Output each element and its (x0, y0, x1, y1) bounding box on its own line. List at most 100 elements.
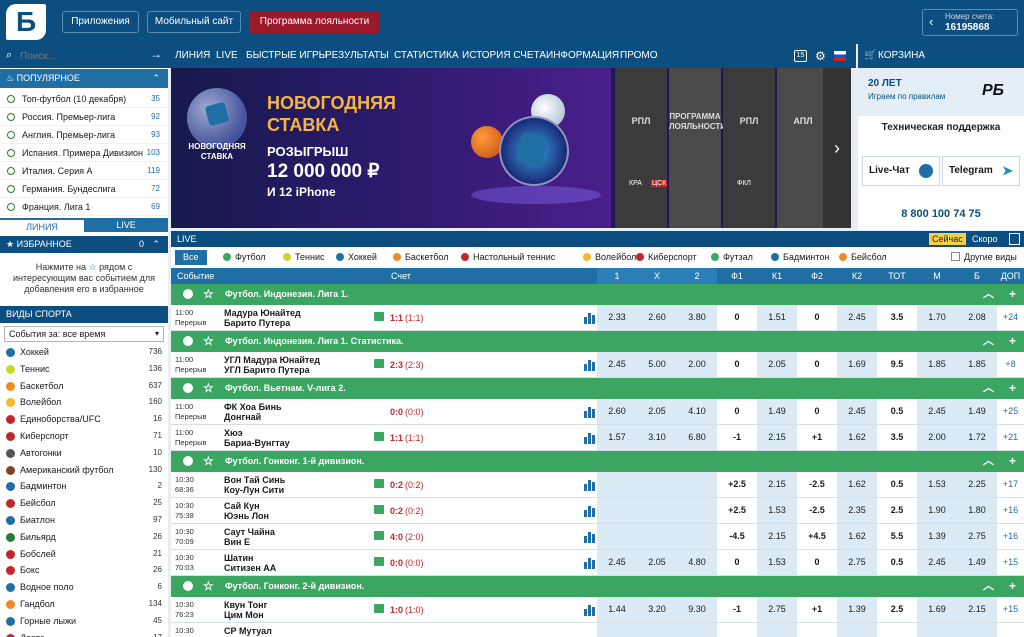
other-sports-toggle[interactable]: Другие виды (951, 247, 1017, 268)
plus-icon[interactable]: + (1009, 576, 1016, 597)
chevron-up-icon[interactable]: ︿ (983, 378, 994, 399)
odds-cell[interactable]: 1.69 (837, 352, 877, 377)
sport-item[interactable]: Биатлон 97 (0, 512, 168, 529)
nav-live[interactable]: LIVE (216, 44, 238, 68)
sport-item[interactable]: Бокс 26 (0, 562, 168, 579)
odds-cell[interactable]: 0.5 (877, 472, 917, 497)
event-teams[interactable]: Сай Кун Юэнь Лон (224, 501, 269, 521)
filter-3[interactable]: Хоккей (336, 247, 377, 268)
odds-cell[interactable]: +16 (997, 524, 1024, 549)
event-row[interactable]: 10:30 76:23 Квун Тонг Цим Мон 1:0 (1:0) 1.44 3.… (171, 597, 1024, 623)
event-teams[interactable]: Мадура Юнайтед Барито Путера (224, 308, 301, 328)
popular-item[interactable]: Франция. Лига 1 69 (0, 198, 168, 216)
event-row[interactable]: 10:30 70:09 Саут Чайна Вин Е 4:0 (2:0) -4.5 2.1… (171, 524, 1024, 550)
search-input[interactable] (20, 48, 140, 64)
sport-item[interactable]: Волейбол 160 (0, 394, 168, 411)
card-loyalty[interactable]: ПРОГРАММА ЛОЯЛЬНОСТИ (669, 68, 726, 228)
popular-item[interactable]: Англия. Премьер-лига 93 (0, 126, 168, 144)
odds-cell[interactable]: 2.25 (957, 472, 997, 497)
event-row[interactable]: 11:00 Перерыв Хюэ Бариа-Вунгтау 1:1 (1:1) 1.57… (171, 425, 1024, 451)
stats-icon[interactable] (584, 557, 596, 569)
odds-cell[interactable]: +24 (997, 305, 1024, 330)
stats-icon[interactable] (584, 406, 596, 418)
odds-cell[interactable]: 2.35 (837, 498, 877, 523)
nav-history[interactable]: ИСТОРИЯ СЧЕТА (462, 44, 546, 68)
plus-icon[interactable]: + (1009, 378, 1016, 399)
star-outline-icon[interactable]: ☆ (203, 451, 214, 472)
tv-icon[interactable] (374, 557, 384, 566)
filter-4[interactable]: Баскетбол (393, 247, 449, 268)
event-teams[interactable]: СР Мутуал (224, 626, 272, 636)
event-row[interactable]: 10:30 СР Мутуал (171, 623, 1024, 637)
stats-icon[interactable] (584, 479, 596, 491)
league-header[interactable]: ☆ Футбол. Гонконг. 1-й дивизион. ︿ + (171, 451, 1024, 472)
league-header[interactable]: ☆ Футбол. Индонезия. Лига 1. Статистика. ︿… (171, 331, 1024, 352)
card-rpl[interactable]: РПЛ КРА ЦСК (615, 68, 668, 228)
odds-cell[interactable] (597, 498, 637, 523)
odds-cell[interactable] (757, 623, 797, 637)
odds-cell[interactable]: -1 (717, 597, 757, 622)
chevron-up-icon[interactable]: ⌃ (152, 69, 160, 88)
odds-cell[interactable]: 1.39 (917, 524, 957, 549)
tab-line[interactable]: ЛИНИЯ (0, 218, 84, 232)
star-outline-icon[interactable]: ☆ (203, 576, 214, 597)
odds-cell[interactable]: 2.33 (597, 305, 637, 330)
search-bar[interactable]: ⌕ → (0, 44, 168, 68)
col-odds[interactable]: К1 (757, 268, 797, 284)
tv-icon[interactable] (374, 479, 384, 488)
odds-cell[interactable]: 2.05 (637, 399, 677, 424)
col-odds[interactable]: ДОП (997, 268, 1024, 284)
event-row[interactable]: 11:00 Перерыв Мадура Юнайтед Барито Путера 1… (171, 305, 1024, 331)
filter-7[interactable]: Киберспорт (636, 247, 697, 268)
popular-item[interactable]: Испания. Примера Дивизион 103 (0, 144, 168, 162)
sport-item[interactable]: Бильярд 26 (0, 529, 168, 546)
sport-item[interactable]: Водное поло 6 (0, 579, 168, 596)
odds-cell[interactable]: 2.45 (837, 305, 877, 330)
favorites-header[interactable]: ★ ИЗБРАННОЕ 0 ⌃ (0, 236, 168, 253)
odds-cell[interactable]: 4.80 (677, 550, 717, 575)
odds-cell[interactable] (637, 524, 677, 549)
filter-2[interactable]: Теннис (283, 247, 324, 268)
odds-cell[interactable]: -2.5 (797, 472, 837, 497)
plus-icon[interactable]: + (1009, 331, 1016, 352)
odds-cell[interactable]: +15 (997, 597, 1024, 622)
odds-cell[interactable]: 2.5 (877, 498, 917, 523)
odds-cell[interactable] (677, 623, 717, 637)
odds-cell[interactable]: 0 (717, 550, 757, 575)
stats-icon[interactable] (584, 359, 596, 371)
odds-cell[interactable]: 2.05 (637, 550, 677, 575)
odds-cell[interactable]: 0 (797, 399, 837, 424)
odds-cell[interactable] (637, 623, 677, 637)
odds-cell[interactable]: 5.00 (637, 352, 677, 377)
event-teams[interactable]: Вон Тай Синь Коу-Лун Сити (224, 475, 285, 495)
chevron-up-icon[interactable]: ⌃ (152, 236, 160, 253)
gear-icon[interactable]: ⚙ (815, 44, 826, 68)
sport-item[interactable]: Бадминтон 2 (0, 478, 168, 495)
odds-cell[interactable]: 1.70 (917, 305, 957, 330)
stats-icon[interactable] (584, 531, 596, 543)
odds-cell[interactable]: +25 (997, 399, 1024, 424)
odds-cell[interactable]: 2.15 (957, 597, 997, 622)
flag-ru-icon[interactable] (834, 51, 846, 61)
plus-icon[interactable]: + (1009, 284, 1016, 305)
event-teams[interactable]: Квун Тонг Цим Мон (224, 600, 267, 620)
chevron-up-icon[interactable]: ︿ (983, 284, 994, 305)
odds-cell[interactable]: -1 (717, 425, 757, 450)
odds-cell[interactable]: 1.51 (757, 305, 797, 330)
odds-cell[interactable] (597, 524, 637, 549)
odds-cell[interactable]: 1.53 (917, 472, 957, 497)
odds-cell[interactable]: 1.69 (917, 597, 957, 622)
sport-item[interactable]: Бобслей 21 (0, 546, 168, 563)
odds-cell[interactable]: 2.75 (957, 524, 997, 549)
odds-cell[interactable]: 2.00 (917, 425, 957, 450)
odds-cell[interactable]: 1.62 (837, 425, 877, 450)
event-teams[interactable]: ФК Хоа Бинь Донгнай (224, 402, 282, 422)
odds-cell[interactable]: 2.5 (877, 597, 917, 622)
odds-cell[interactable]: 3.10 (637, 425, 677, 450)
odds-cell[interactable] (597, 472, 637, 497)
odds-cell[interactable]: 1.53 (757, 550, 797, 575)
odds-cell[interactable]: +21 (997, 425, 1024, 450)
col-odds[interactable]: К2 (837, 268, 877, 284)
odds-cell[interactable]: 1.44 (597, 597, 637, 622)
odds-cell[interactable]: 1.90 (917, 498, 957, 523)
